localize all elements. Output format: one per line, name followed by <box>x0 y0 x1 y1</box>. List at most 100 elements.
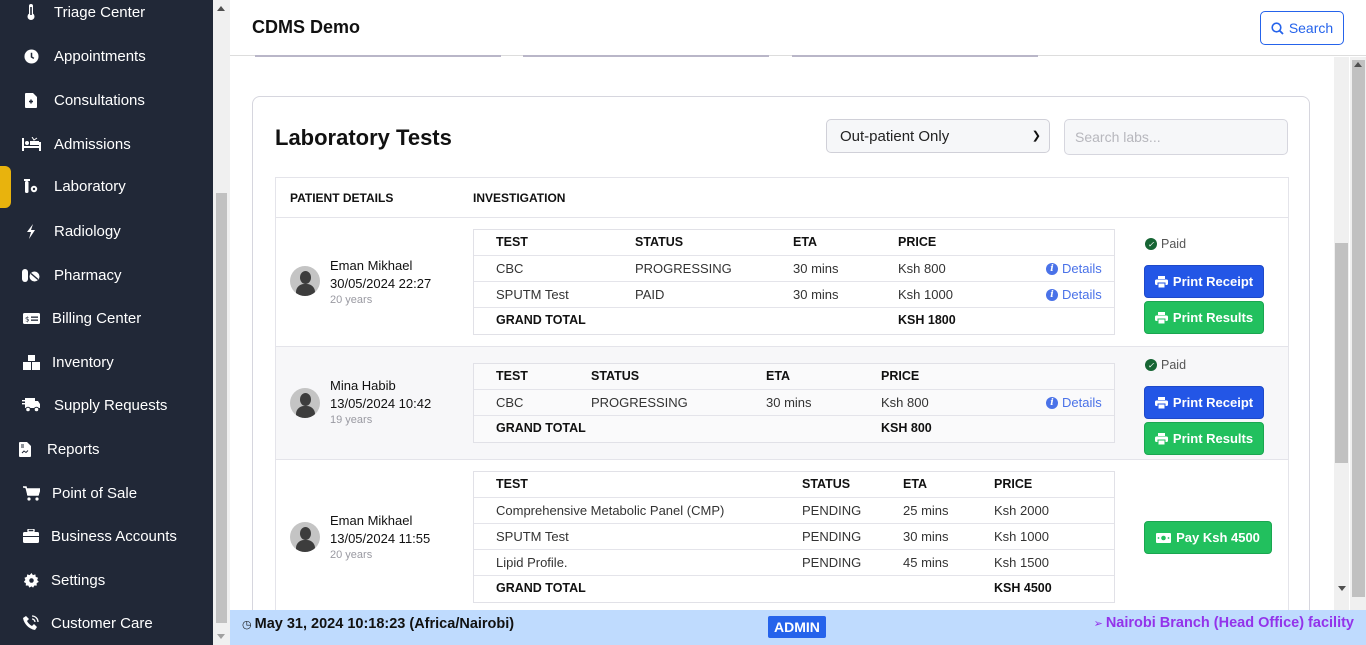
payment-status-label: Paid <box>1161 237 1187 251</box>
check-circle-icon: ✓ <box>1145 359 1157 371</box>
investigation-table: TEST STATUS ETA PRICE CBC PROGRESSING 30… <box>473 363 1115 443</box>
svg-text:$: $ <box>25 315 29 323</box>
test-status: PROGRESSING <box>635 261 732 276</box>
print-receipt-label: Print Receipt <box>1172 395 1254 410</box>
sidebar-item-admissions[interactable]: Admissions <box>0 124 213 164</box>
pills-icon <box>20 264 42 286</box>
sidebar-item-label: Triage Center <box>54 3 146 21</box>
sidebar-item-label: Inventory <box>52 353 114 371</box>
thermometer-icon <box>20 1 42 23</box>
chevron-down-icon: ❯ <box>1031 130 1041 142</box>
main-scrollbar[interactable] <box>1333 57 1366 610</box>
sidebar-item-pharmacy[interactable]: Pharmacy <box>0 255 213 295</box>
investigation-header: TEST STATUS ETA PRICE <box>474 230 1114 256</box>
test-price: Ksh 800 <box>898 261 946 276</box>
sidebar-item-laboratory[interactable]: Laboratory <box>0 166 213 208</box>
current-datetime: ◷ May 31, 2024 10:18:23 (Africa/Nairobi) <box>242 616 514 632</box>
sidebar-item-inventory[interactable]: Inventory <box>0 342 213 382</box>
details-link[interactable]: i Details <box>1046 287 1102 302</box>
sidebar-scrollbar[interactable] <box>213 0 230 645</box>
clock-icon <box>20 45 42 67</box>
gear-icon <box>20 569 42 591</box>
pay-button[interactable]: Pay Ksh 4500 <box>1144 521 1272 554</box>
print-results-button[interactable]: Print Results <box>1144 422 1264 455</box>
sidebar-item-business-accounts[interactable]: Business Accounts <box>0 516 213 556</box>
printer-icon <box>1154 396 1168 409</box>
lab-icon <box>20 175 42 197</box>
test-status: PENDING <box>802 555 862 570</box>
search-labs-input[interactable]: Search labs... <box>1064 119 1288 155</box>
test-row: CBC PROGRESSING 30 mins Ksh 800 i Details <box>474 390 1114 416</box>
investigation-header: TEST STATUS ETA PRICE <box>474 364 1114 390</box>
details-link[interactable]: i Details <box>1046 261 1102 276</box>
sidebar-item-customer-care[interactable]: Customer Care <box>0 603 213 643</box>
main-scrollbar-thumb[interactable] <box>1335 243 1348 463</box>
test-price: Ksh 1000 <box>994 529 1049 544</box>
money-check-icon: $ <box>20 307 42 329</box>
briefcase-icon <box>20 525 42 547</box>
sidebar-item-appointments[interactable]: Appointments <box>0 36 213 76</box>
test-status: PENDING <box>802 503 862 518</box>
details-link[interactable]: i Details <box>1046 395 1102 410</box>
sidebar-item-label: Supply Requests <box>54 396 168 414</box>
laboratory-tests-card: Laboratory Tests Out-patient Only ❯ Sear… <box>252 96 1310 626</box>
payment-status: ✓ Paid <box>1145 237 1186 251</box>
sidebar-item-radiology[interactable]: Radiology <box>0 211 213 251</box>
search-icon <box>1271 21 1284 35</box>
patient-type-select[interactable]: Out-patient Only ❯ <box>826 119 1050 153</box>
scroll-up-arrow-icon[interactable] <box>217 6 225 11</box>
patient-age: 20 years <box>330 549 373 561</box>
top-header: CDMS Demo Search <box>230 0 1366 56</box>
sidebar-item-consultations[interactable]: Consultations <box>0 80 213 120</box>
col-eta: ETA <box>903 477 928 491</box>
sidebar-item-billing-center[interactable]: $ Billing Center <box>0 298 213 338</box>
test-name: SPUTM Test <box>496 287 569 302</box>
avatar <box>290 522 320 552</box>
sidebar-item-triage-center[interactable]: Triage Center <box>0 0 213 32</box>
page-scrollbar-thumb[interactable] <box>1352 60 1365 597</box>
facility-label[interactable]: ➢ Nairobi Branch (Head Office) facility <box>1094 615 1354 631</box>
test-name: SPUTM Test <box>496 529 569 544</box>
pay-button-label: Pay Ksh 4500 <box>1176 530 1260 545</box>
investigation-table: TEST STATUS ETA PRICE CBC PROGRESSING 30… <box>473 229 1115 335</box>
sidebar-item-label: Laboratory <box>54 177 126 195</box>
search-button-label: Search <box>1288 20 1334 36</box>
col-eta: ETA <box>766 369 791 383</box>
test-row: CBC PROGRESSING 30 mins Ksh 800 i Details <box>474 256 1114 282</box>
grand-total-value: KSH 1800 <box>898 313 956 327</box>
scroll-down-arrow-icon[interactable] <box>217 634 225 639</box>
col-test: TEST <box>496 235 528 249</box>
sidebar-item-supply-requests[interactable]: Supply Requests <box>0 385 213 425</box>
col-status: STATUS <box>635 235 684 249</box>
test-status: PAID <box>635 287 665 302</box>
test-eta: 30 mins <box>766 395 812 410</box>
test-row: SPUTM Test PENDING 30 mins Ksh 1000 <box>474 524 1114 550</box>
test-row: Lipid Profile. PENDING 45 mins Ksh 1500 <box>474 550 1114 576</box>
sidebar-item-settings[interactable]: Settings <box>0 560 213 600</box>
sidebar-item-reports[interactable]: Reports <box>0 429 213 469</box>
test-status: PENDING <box>802 529 862 544</box>
test-eta: 25 mins <box>903 503 949 518</box>
sidebar-item-label: Settings <box>51 571 106 589</box>
info-icon: i <box>1046 288 1058 301</box>
print-results-button[interactable]: Print Results <box>1144 301 1264 334</box>
grand-total-row: GRAND TOTAL KSH 1800 <box>474 308 1114 334</box>
scroll-up-arrow-icon[interactable] <box>1354 62 1362 67</box>
search-labs-placeholder: Search labs... <box>1075 129 1161 145</box>
test-price: Ksh 800 <box>881 395 929 410</box>
search-button[interactable]: Search <box>1260 11 1344 45</box>
print-receipt-label: Print Receipt <box>1172 274 1254 289</box>
test-eta: 45 mins <box>903 555 949 570</box>
patient-datetime: 13/05/2024 11:55 <box>330 531 431 546</box>
sidebar-item-point-of-sale[interactable]: Point of Sale <box>0 473 213 513</box>
payment-status-label: Paid <box>1161 358 1187 372</box>
check-circle-icon: ✓ <box>1145 238 1157 250</box>
print-receipt-button[interactable]: Print Receipt <box>1144 386 1264 419</box>
col-price: PRICE <box>881 369 920 383</box>
sidebar-item-label: Customer Care <box>51 614 153 632</box>
print-receipt-button[interactable]: Print Receipt <box>1144 265 1264 298</box>
test-price: Ksh 1500 <box>994 555 1049 570</box>
scroll-down-arrow-icon[interactable] <box>1338 586 1346 591</box>
col-test: TEST <box>496 369 528 383</box>
sidebar-scrollbar-thumb[interactable] <box>216 193 227 623</box>
